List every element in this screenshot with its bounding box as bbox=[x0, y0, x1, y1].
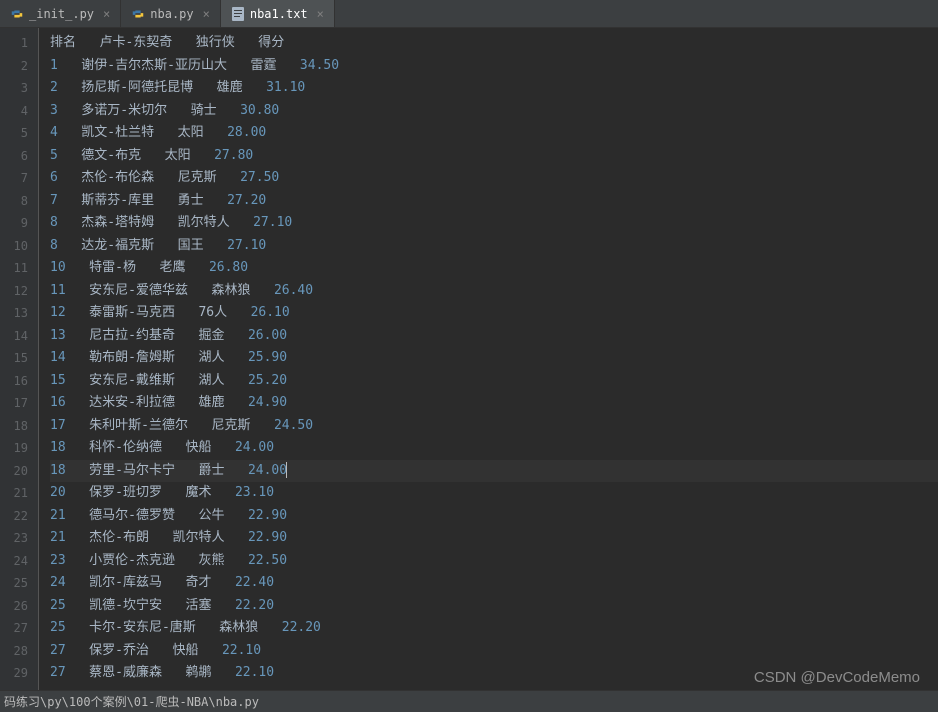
status-bar: 码练习\py\100个案例\01-爬虫-NBA\nba.py bbox=[0, 690, 938, 712]
data-row: 16 达米安-利拉德 雄鹿 24.90 bbox=[50, 392, 938, 415]
gutter-line-number: 29 bbox=[0, 662, 38, 685]
data-row: 27 保罗-乔治 快船 22.10 bbox=[50, 640, 938, 663]
gutter-line-number: 16 bbox=[0, 370, 38, 393]
gutter-line-number: 9 bbox=[0, 212, 38, 235]
data-row: 12 泰雷斯-马克西 76人 26.10 bbox=[50, 302, 938, 325]
close-icon[interactable]: × bbox=[203, 7, 210, 21]
tab-label: nba.py bbox=[150, 7, 193, 21]
close-icon[interactable]: × bbox=[103, 7, 110, 21]
gutter-line-number: 6 bbox=[0, 145, 38, 168]
tab-init-py[interactable]: _init_.py × bbox=[0, 0, 121, 27]
data-row: 18 科怀-伦纳德 快船 24.00 bbox=[50, 437, 938, 460]
tab-nba1-txt[interactable]: nba1.txt × bbox=[221, 0, 335, 27]
gutter-line-number: 7 bbox=[0, 167, 38, 190]
data-row: 10 特雷-杨 老鹰 26.80 bbox=[50, 257, 938, 280]
editor-tabs: _init_.py × nba.py × nba1.txt × bbox=[0, 0, 938, 28]
data-row: 25 凯德-坎宁安 活塞 22.20 bbox=[50, 595, 938, 618]
data-row: 21 杰伦-布朗 凯尔特人 22.90 bbox=[50, 527, 938, 550]
data-row: 13 尼古拉-约基奇 掘金 26.00 bbox=[50, 325, 938, 348]
gutter-border bbox=[38, 28, 39, 690]
gutter-line-number: 19 bbox=[0, 437, 38, 460]
gutter-line-number: 14 bbox=[0, 325, 38, 348]
data-row: 18 劳里-马尔卡宁 爵士 24.00 bbox=[50, 460, 938, 483]
gutter-line-number: 2 bbox=[0, 55, 38, 78]
data-row: 5 德文-布克 太阳 27.80 bbox=[50, 145, 938, 168]
gutter-line-number: 21 bbox=[0, 482, 38, 505]
gutter-line-number: 28 bbox=[0, 640, 38, 663]
close-icon[interactable]: × bbox=[317, 7, 324, 21]
line-gutter: 1234567891011121314151617181920212223242… bbox=[0, 28, 38, 690]
gutter-line-number: 24 bbox=[0, 550, 38, 573]
data-row: 17 朱利叶斯-兰德尔 尼克斯 24.50 bbox=[50, 415, 938, 438]
gutter-line-number: 20 bbox=[0, 460, 38, 483]
data-row: 20 保罗-班切罗 魔术 23.10 bbox=[50, 482, 938, 505]
data-row: 8 杰森-塔特姆 凯尔特人 27.10 bbox=[50, 212, 938, 235]
data-row: 2 扬尼斯-阿德托昆博 雄鹿 31.10 bbox=[50, 77, 938, 100]
data-row: 27 蔡恩-威廉森 鹈鹕 22.10 bbox=[50, 662, 938, 685]
gutter-line-number: 1 bbox=[0, 32, 38, 55]
gutter-line-number: 10 bbox=[0, 235, 38, 258]
gutter-line-number: 8 bbox=[0, 190, 38, 213]
python-icon bbox=[10, 7, 24, 21]
data-row: 7 斯蒂芬-库里 勇士 27.20 bbox=[50, 190, 938, 213]
data-row: 14 勒布朗-詹姆斯 湖人 25.90 bbox=[50, 347, 938, 370]
tab-label: nba1.txt bbox=[250, 7, 308, 21]
data-row: 1 谢伊-吉尔杰斯-亚历山大 雷霆 34.50 bbox=[50, 55, 938, 78]
data-row: 11 安东尼-爱德华兹 森林狼 26.40 bbox=[50, 280, 938, 303]
gutter-line-number: 12 bbox=[0, 280, 38, 303]
editor-content[interactable]: 排名 卢卡-东契奇 独行侠 得分1 谢伊-吉尔杰斯-亚历山大 雷霆 34.502… bbox=[38, 28, 938, 690]
gutter-line-number: 17 bbox=[0, 392, 38, 415]
data-row: 25 卡尔-安东尼-唐斯 森林狼 22.20 bbox=[50, 617, 938, 640]
data-row: 23 小贾伦-杰克逊 灰熊 22.50 bbox=[50, 550, 938, 573]
data-row: 24 凯尔-库兹马 奇才 22.40 bbox=[50, 572, 938, 595]
gutter-line-number: 23 bbox=[0, 527, 38, 550]
data-row: 21 德马尔-德罗赞 公牛 22.90 bbox=[50, 505, 938, 528]
gutter-line-number: 27 bbox=[0, 617, 38, 640]
gutter-line-number: 25 bbox=[0, 572, 38, 595]
data-row: 8 达龙-福克斯 国王 27.10 bbox=[50, 235, 938, 258]
editor-area: 1234567891011121314151617181920212223242… bbox=[0, 28, 938, 690]
data-row: 15 安东尼-戴维斯 湖人 25.20 bbox=[50, 370, 938, 393]
gutter-line-number: 15 bbox=[0, 347, 38, 370]
gutter-line-number: 13 bbox=[0, 302, 38, 325]
gutter-line-number: 5 bbox=[0, 122, 38, 145]
data-row: 4 凯文-杜兰特 太阳 28.00 bbox=[50, 122, 938, 145]
gutter-line-number: 11 bbox=[0, 257, 38, 280]
data-row: 3 多诺万-米切尔 骑士 30.80 bbox=[50, 100, 938, 123]
gutter-line-number: 22 bbox=[0, 505, 38, 528]
tab-label: _init_.py bbox=[29, 7, 94, 21]
gutter-line-number: 4 bbox=[0, 100, 38, 123]
header-row: 排名 卢卡-东契奇 独行侠 得分 bbox=[50, 32, 938, 55]
python-icon bbox=[131, 7, 145, 21]
text-file-icon bbox=[231, 7, 245, 21]
status-path: 码练习\py\100个案例\01-爬虫-NBA\nba.py bbox=[4, 693, 259, 710]
gutter-line-number: 3 bbox=[0, 77, 38, 100]
tab-nba-py[interactable]: nba.py × bbox=[121, 0, 221, 27]
gutter-line-number: 26 bbox=[0, 595, 38, 618]
gutter-line-number: 18 bbox=[0, 415, 38, 438]
data-row: 6 杰伦-布伦森 尼克斯 27.50 bbox=[50, 167, 938, 190]
